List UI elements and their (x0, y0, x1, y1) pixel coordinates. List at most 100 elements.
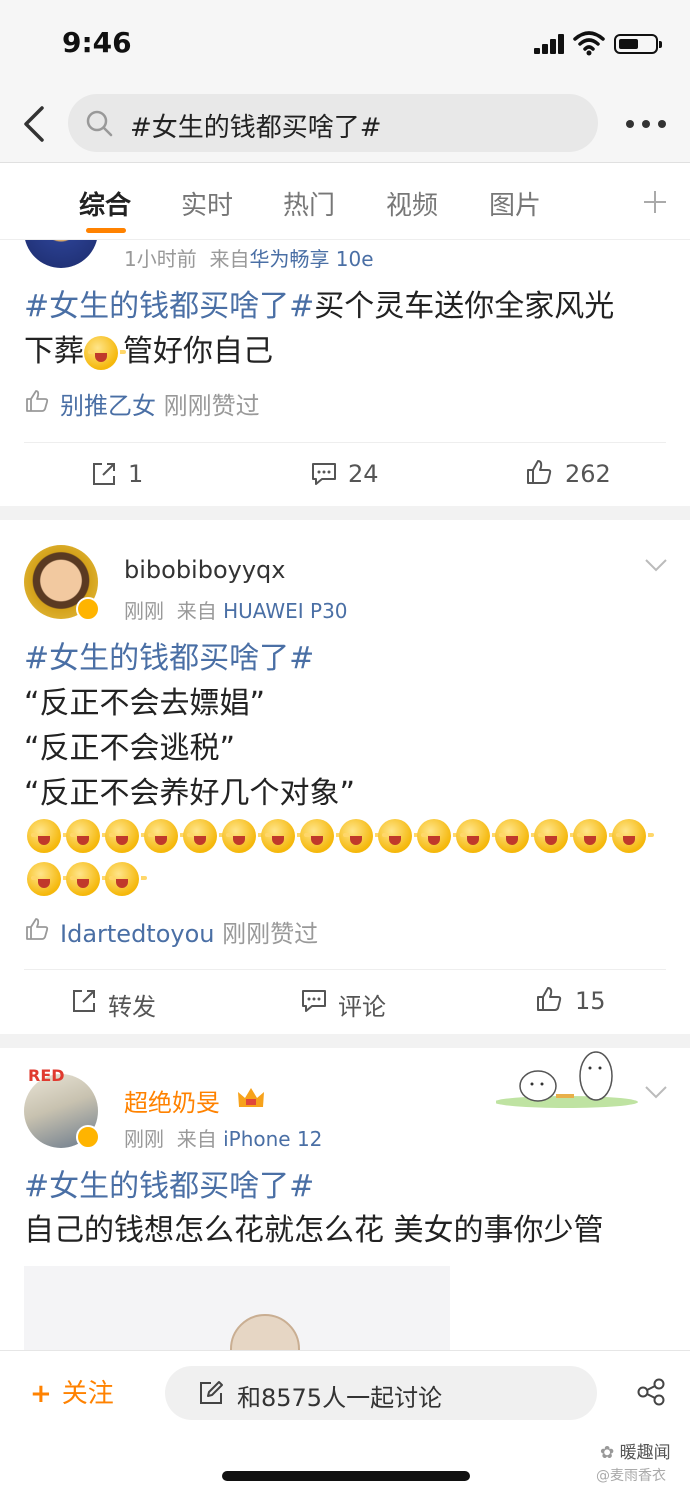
laugh-emoji-icon (66, 819, 108, 853)
username[interactable]: 超绝奶旻 (124, 1083, 220, 1118)
comment-icon (302, 990, 326, 1012)
search-query: #女生的钱都买啥了# (130, 113, 382, 143)
battery-fill (619, 39, 638, 49)
tab-images[interactable]: 图片 (489, 185, 541, 222)
laugh-emoji-icon (27, 862, 69, 896)
share-icon[interactable] (636, 1377, 666, 1407)
back-icon[interactable] (18, 104, 50, 144)
comment-icon (312, 463, 336, 485)
thumb-up-icon (26, 390, 49, 412)
home-indicator (222, 1471, 470, 1481)
laugh-emoji-icon (612, 819, 654, 853)
tabs-bar: 综合 实时 热门 视频 图片 (0, 162, 690, 240)
laugh-emoji-icon (300, 819, 342, 853)
more-icon[interactable] (626, 120, 666, 130)
laugh-emoji-icon (105, 862, 147, 896)
username[interactable]: bibobiboyyqx (124, 556, 285, 584)
watermark-author: @麦雨香衣 (596, 1468, 666, 1484)
follow-button[interactable]: + 关注 (30, 1373, 114, 1410)
chevron-down-icon[interactable] (644, 1085, 668, 1099)
watermark-title: ✿ 暖趣闻 (600, 1443, 671, 1463)
discuss-placeholder: 和8575人一起讨论 (237, 1384, 443, 1412)
post-text-line: “反正不会养好几个对象” (24, 776, 356, 811)
post-text: #女生的钱都买啥了#买个灵车送你全家风光 (24, 289, 615, 324)
tab-hot[interactable]: 热门 (283, 185, 335, 222)
laugh-emoji-icon (105, 819, 147, 853)
search-icon (86, 110, 113, 137)
liked-row: 别推乙女 刚刚赞过 (60, 392, 260, 420)
battery-icon (614, 34, 662, 54)
edit-icon (200, 1381, 223, 1404)
topic-link[interactable]: #女生的钱都买啥了# (24, 1169, 314, 1204)
laugh-emoji-icon (456, 819, 498, 853)
laugh-emoji-icon (144, 819, 186, 853)
laugh-emoji-icon (66, 862, 108, 896)
feed: 1小时前 来自华为畅享 10e #女生的钱都买啥了#买个灵车送你全家风光 下葬管… (0, 240, 690, 1350)
laugh-emoji-icon (183, 819, 225, 853)
thumb-up-icon (537, 987, 562, 1011)
topic-link[interactable]: #女生的钱都买啥了# (24, 641, 314, 676)
thumb-up-icon (527, 460, 552, 484)
emoji-row (27, 862, 147, 896)
post-separator (0, 506, 690, 520)
laugh-emoji-icon (261, 819, 303, 853)
discuss-input[interactable]: 和8575人一起讨论 (165, 1366, 597, 1420)
laugh-emoji-icon (27, 819, 69, 853)
emoji-row (27, 819, 654, 853)
repost-icon (73, 990, 95, 1012)
wifi-icon (573, 31, 605, 56)
card-decoration-icon (496, 1051, 638, 1108)
laugh-emoji-icon (222, 819, 264, 853)
like-button[interactable]: 15 (575, 987, 606, 1015)
status-bar: 9:46 (0, 0, 690, 88)
post-text: 自己的钱想怎么花就怎么花 美女的事你少管 (24, 1213, 604, 1248)
like-button[interactable]: 262 (565, 460, 611, 488)
avatar-sticker: RED (28, 1066, 65, 1085)
comment-button[interactable]: 评论 (338, 987, 386, 1022)
post-image[interactable] (24, 1266, 450, 1350)
vip-crown-icon (238, 1088, 264, 1107)
repost-button[interactable]: 转发 (108, 987, 156, 1022)
post-meta: 刚刚 来自 iPhone 12 (124, 1127, 323, 1151)
post-text-line2: 下葬 管好你自己 (24, 334, 273, 370)
add-tab-icon[interactable] (642, 189, 668, 215)
post-meta: 刚刚 来自 HUAWEI P30 (124, 599, 348, 623)
liker-link[interactable]: Idartedtoyou (60, 920, 215, 948)
wechat-icon: ✿ (600, 1443, 620, 1463)
repost-button[interactable]: 1 (128, 460, 143, 488)
laugh-emoji-icon (339, 819, 381, 853)
post-meta: 1小时前 来自华为畅享 10e (124, 247, 374, 271)
avatar[interactable] (24, 240, 98, 268)
comment-button[interactable]: 24 (348, 460, 379, 488)
post-topic-line: #女生的钱都买啥了# (24, 1164, 314, 1209)
verified-badge (76, 597, 100, 621)
tab-video[interactable]: 视频 (386, 185, 438, 222)
repost-icon (93, 463, 115, 485)
search-input[interactable]: #女生的钱都买啥了# (68, 94, 598, 152)
search-header: #女生的钱都买啥了# (0, 88, 690, 162)
tab-realtime[interactable]: 实时 (181, 185, 233, 222)
thumb-up-icon (26, 918, 49, 940)
chevron-down-icon[interactable] (644, 558, 668, 572)
laugh-emoji-icon (378, 819, 420, 853)
post-topic-line: #女生的钱都买啥了# (24, 636, 314, 681)
signal-icon (534, 34, 566, 54)
tab-indicator (86, 228, 126, 233)
laugh-emoji-icon (534, 819, 576, 853)
tab-comprehensive[interactable]: 综合 (79, 185, 131, 222)
topic-link[interactable]: #女生的钱都买啥了# (24, 289, 314, 324)
plus-icon: + (30, 1379, 52, 1409)
laugh-emoji-icon (573, 819, 615, 853)
liked-row: Idartedtoyou 刚刚赞过 (60, 920, 319, 948)
screen: 9:46 #女生的钱都买啥了# 综合 实时 热门 视频 图片 1小时前 来自华为… (0, 0, 690, 1493)
laugh-emoji-icon (495, 819, 537, 853)
divider (24, 442, 666, 443)
divider (24, 969, 666, 970)
post-text-line: “反正不会逃税” (24, 731, 236, 766)
laugh-emoji-icon (84, 335, 126, 370)
post-text-line: “反正不会去嫖娼” (24, 686, 266, 721)
bottom-bar: + 关注 和8575人一起讨论 ✿ 暖趣闻 @麦雨香衣 (0, 1350, 690, 1493)
liker-link[interactable]: 别推乙女 (60, 392, 156, 420)
status-time: 9:46 (62, 26, 132, 59)
laugh-emoji-icon (417, 819, 459, 853)
